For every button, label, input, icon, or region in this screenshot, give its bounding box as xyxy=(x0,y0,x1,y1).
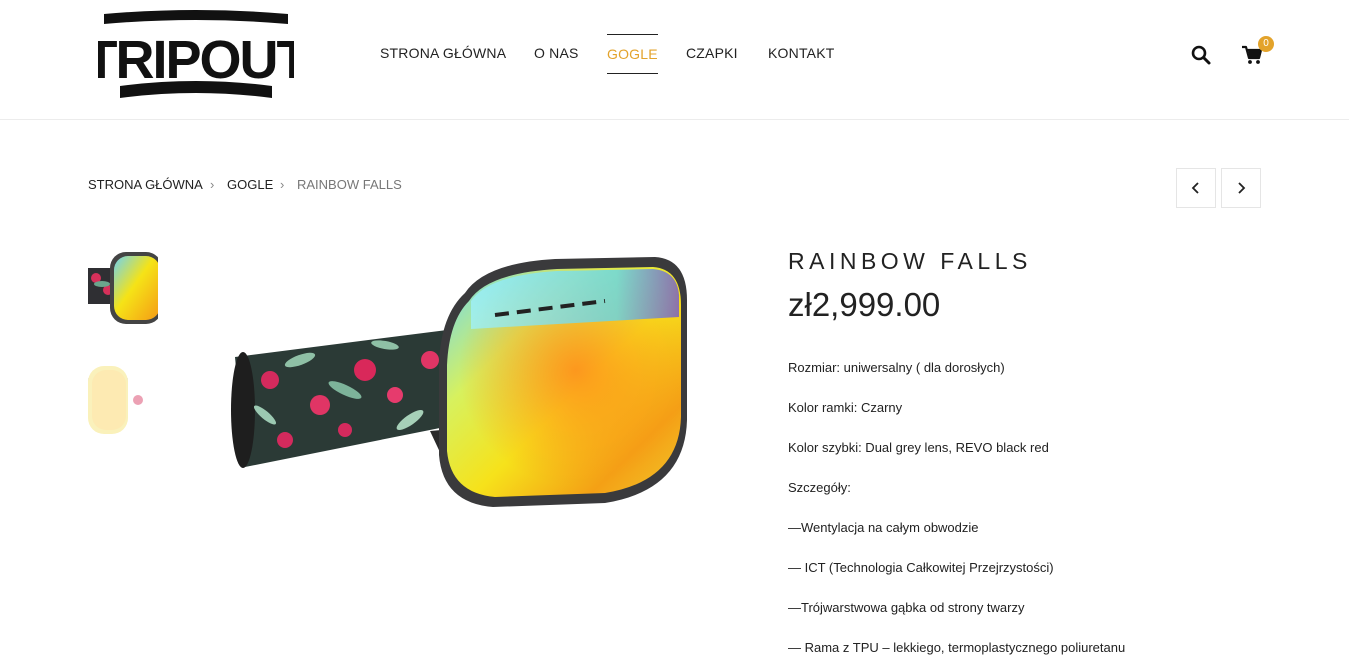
product-spec-size: Rozmiar: uniwersalny ( dla dorosłych) xyxy=(788,360,1005,375)
chevron-right-icon xyxy=(1238,182,1246,194)
product-price: zł2,999.00 xyxy=(788,286,941,323)
product-spec-frame-color: Kolor ramki: Czarny xyxy=(788,400,903,415)
product-spec-ventilation: —Wentylacja na całym obwodzie xyxy=(788,520,979,535)
product-spec-foam: —Trójwarstwowa gąbka od strony twarzy xyxy=(788,600,1025,615)
previous-product-button[interactable] xyxy=(1176,168,1216,208)
product-spec-details-heading: Szczegóły: xyxy=(788,480,851,495)
nav-item-contact[interactable]: KONTAKT xyxy=(768,34,834,72)
product-title: RAINBOW FALLS xyxy=(788,248,1032,274)
chevron-left-icon xyxy=(1191,182,1199,194)
nav-item-home[interactable]: STRONA GŁÓWNA xyxy=(380,34,506,72)
product-spec-lens-color: Kolor szybki: Dual grey lens, REVO black… xyxy=(788,440,1049,455)
site-header: TRIPOUT STRONA GŁÓWNA O NAS GOGLE CZAPKI… xyxy=(0,0,1349,120)
product-spec-ict: — ICT (Technologia Całkowitej Przejrzyst… xyxy=(788,560,1054,575)
product-spec-tpu-frame: — Rama z TPU – lekkiego, termoplastyczne… xyxy=(788,640,1126,655)
breadcrumb-separator-icon: › xyxy=(210,177,215,192)
product-thumbnail-2[interactable] xyxy=(88,360,158,450)
breadcrumb-separator-icon: › xyxy=(280,177,285,192)
product-thumbnail-1[interactable] xyxy=(88,250,158,340)
tripout-logo[interactable]: TRIPOUT xyxy=(98,10,294,106)
breadcrumb-current: RAINBOW FALLS xyxy=(297,177,402,192)
next-product-button[interactable] xyxy=(1221,168,1261,208)
nav-item-about[interactable]: O NAS xyxy=(534,34,579,72)
cart-count-badge: 0 xyxy=(1258,36,1274,52)
nav-item-goggles[interactable]: GOGLE xyxy=(607,34,658,74)
breadcrumb-home[interactable]: STRONA GŁÓWNA xyxy=(88,177,203,192)
product-main-image[interactable] xyxy=(225,245,695,530)
breadcrumb-goggles[interactable]: GOGLE xyxy=(227,177,273,192)
svg-text:TRIPOUT: TRIPOUT xyxy=(98,30,294,90)
search-icon[interactable] xyxy=(1190,44,1212,66)
nav-item-hats[interactable]: CZAPKI xyxy=(686,34,738,72)
